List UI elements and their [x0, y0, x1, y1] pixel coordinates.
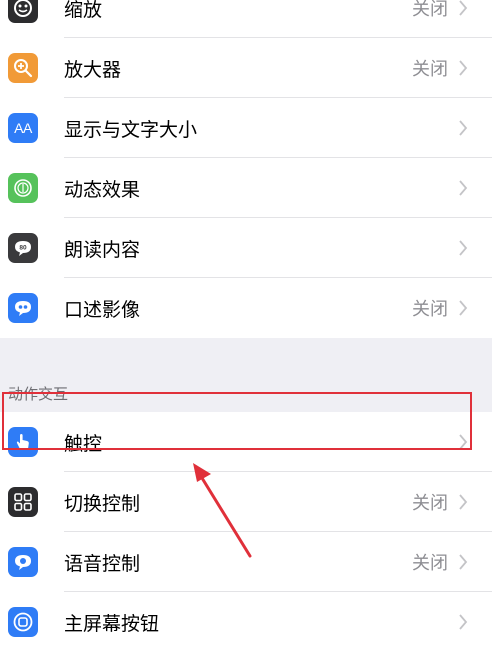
setting-row-motion[interactable]: 动态效果 [0, 158, 492, 218]
setting-row-magnifier[interactable]: 放大器 关闭 [0, 38, 492, 98]
setting-value: 关闭 [412, 299, 448, 320]
setting-label: 触控 [64, 432, 103, 455]
setting-label: 显示与文字大小 [64, 118, 198, 141]
voice-control-icon [8, 547, 38, 577]
setting-label: 缩放 [64, 0, 103, 21]
chevron-right-icon [459, 240, 468, 256]
magnifier-icon [8, 53, 38, 83]
setting-value: 关闭 [412, 0, 448, 20]
text-size-icon: AA [8, 113, 38, 143]
setting-row-display-text-size[interactable]: AA 显示与文字大小 [0, 98, 492, 158]
setting-label: 主屏幕按钮 [64, 612, 160, 635]
setting-row-zoom[interactable]: 缩放 关闭 [0, 0, 492, 38]
setting-row-spoken-content[interactable]: 80 朗读内容 [0, 218, 492, 278]
setting-label: 语音控制 [64, 552, 141, 575]
chevron-right-icon [459, 554, 468, 570]
zoom-icon [8, 0, 38, 23]
motion-icon [8, 173, 38, 203]
accessibility-vision-group: 缩放 关闭 放大器 关闭 AA 显示与文字大小 动态效果 80 朗读内容 口述影… [0, 0, 492, 338]
chevron-right-icon [459, 614, 468, 630]
setting-label: 动态效果 [64, 178, 141, 201]
accessibility-physical-group: 触控 切换控制 关闭 语音控制 关闭 主屏幕按钮 [0, 412, 492, 652]
setting-row-switch-control[interactable]: 切换控制 关闭 [0, 472, 492, 532]
setting-value: 关闭 [412, 493, 448, 514]
chevron-right-icon [459, 300, 468, 316]
audio-description-icon [8, 293, 38, 323]
svg-text:80: 80 [19, 245, 27, 252]
setting-label: 朗读内容 [64, 238, 141, 261]
touch-hand-icon [8, 427, 38, 457]
section-header-area: 动作交互 [0, 338, 492, 412]
setting-row-touch[interactable]: 触控 [0, 412, 492, 472]
setting-row-home-button[interactable]: 主屏幕按钮 [0, 592, 492, 652]
text-size-icon-glyph: AA [14, 120, 32, 136]
switch-control-icon [8, 487, 38, 517]
setting-label: 口述影像 [64, 298, 141, 321]
chevron-right-icon [459, 60, 468, 76]
section-header-physical-motor: 动作交互 [8, 385, 69, 403]
setting-value: 关闭 [412, 553, 448, 574]
chevron-right-icon [459, 494, 468, 510]
chevron-right-icon [459, 434, 468, 450]
speech-icon: 80 [8, 233, 38, 263]
setting-label: 切换控制 [64, 492, 141, 515]
setting-row-voice-control[interactable]: 语音控制 关闭 [0, 532, 492, 592]
chevron-right-icon [459, 0, 468, 16]
chevron-right-icon [459, 180, 468, 196]
setting-value: 关闭 [412, 59, 448, 80]
home-button-icon [8, 607, 38, 637]
setting-label: 放大器 [64, 58, 122, 81]
setting-row-audio-descriptions[interactable]: 口述影像 关闭 [0, 278, 492, 338]
chevron-right-icon [459, 120, 468, 136]
